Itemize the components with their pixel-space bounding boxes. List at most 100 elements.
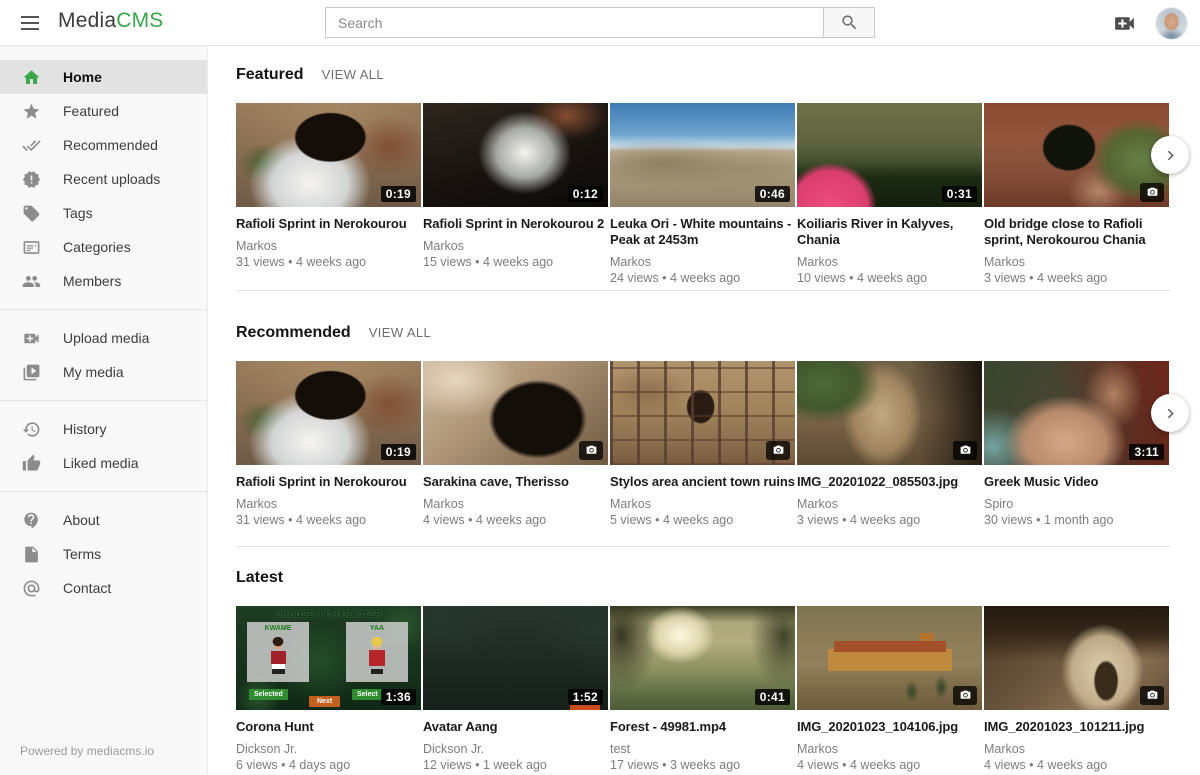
media-thumbnail[interactable]: 0:31 bbox=[797, 103, 982, 207]
top-bar: MediaCMS bbox=[0, 0, 1200, 46]
media-card: CHOOSE A CHARACTER KWAME YAA Selected Ne… bbox=[236, 606, 421, 773]
media-title[interactable]: Rafioli Sprint in Nerokourou 2 bbox=[423, 216, 608, 232]
media-title[interactable]: Rafioli Sprint in Nerokourou bbox=[236, 216, 421, 232]
sidebar-item-label: Liked media bbox=[63, 455, 139, 471]
media-thumbnail[interactable] bbox=[984, 103, 1169, 207]
sidebar-item-terms[interactable]: Terms bbox=[0, 537, 207, 571]
media-thumbnail[interactable]: 0:19 bbox=[236, 103, 421, 207]
logo-media-text: Media bbox=[58, 9, 116, 32]
game-character-panel: YAA bbox=[346, 622, 408, 682]
media-meta: 12 views • 1 week ago bbox=[423, 757, 608, 773]
game-select-button: Select bbox=[352, 689, 383, 700]
media-title[interactable]: Leuka Ori - White mountains - Peak at 24… bbox=[610, 216, 795, 248]
camera-icon bbox=[959, 689, 972, 702]
people-icon bbox=[22, 272, 41, 291]
media-thumbnail[interactable] bbox=[984, 606, 1169, 710]
media-author[interactable]: Markos bbox=[423, 238, 608, 254]
hamburger-menu-icon[interactable] bbox=[18, 11, 42, 35]
carousel-next-button[interactable] bbox=[1151, 394, 1189, 432]
media-thumbnail[interactable]: 0:12 bbox=[423, 103, 608, 207]
sidebar-item-label: Terms bbox=[63, 546, 101, 562]
view-all-link[interactable]: VIEW ALL bbox=[322, 67, 384, 82]
media-title[interactable]: Stylos area ancient town ruins bbox=[610, 474, 795, 490]
search-button[interactable] bbox=[823, 7, 875, 38]
media-author[interactable]: Dickson Jr. bbox=[423, 741, 608, 757]
duration-badge: 0:19 bbox=[381, 444, 416, 460]
media-meta: 10 views • 4 weeks ago bbox=[797, 270, 982, 286]
sidebar-item-recommended[interactable]: Recommended bbox=[0, 128, 207, 162]
upload-media-button[interactable] bbox=[1112, 10, 1138, 36]
media-author[interactable]: test bbox=[610, 741, 795, 757]
sidebar-item-about[interactable]: About bbox=[0, 503, 207, 537]
media-title[interactable]: Rafioli Sprint in Nerokourou bbox=[236, 474, 421, 490]
media-title[interactable]: IMG_20201022_085503.jpg bbox=[797, 474, 982, 490]
sidebar-item-contact[interactable]: Contact bbox=[0, 571, 207, 605]
sidebar-item-home[interactable]: Home bbox=[0, 60, 207, 94]
media-thumbnail[interactable] bbox=[797, 606, 982, 710]
user-avatar[interactable] bbox=[1155, 7, 1188, 40]
carousel-next-button[interactable] bbox=[1151, 136, 1189, 174]
media-row: 0:19 Rafioli Sprint in Nerokourou Markos… bbox=[236, 361, 1170, 528]
game-screen-title: CHOOSE A CHARACTER bbox=[236, 610, 421, 619]
media-title[interactable]: Koiliaris River in Kalyves, Chania bbox=[797, 216, 982, 248]
sidebar-item-label: Recent uploads bbox=[63, 171, 160, 187]
image-type-badge bbox=[953, 441, 977, 460]
media-thumbnail[interactable]: CHOOSE A CHARACTER KWAME YAA Selected Ne… bbox=[236, 606, 421, 710]
media-meta: 31 views • 4 weeks ago bbox=[236, 254, 421, 270]
media-thumbnail[interactable] bbox=[423, 361, 608, 465]
main-content: Featured VIEW ALL 0:19 Rafioli Sprint in… bbox=[208, 46, 1200, 773]
media-title[interactable]: Sarakina cave, Therisso bbox=[423, 474, 608, 490]
media-thumbnail[interactable]: 0:46 bbox=[610, 103, 795, 207]
media-author[interactable]: Markos bbox=[984, 741, 1169, 757]
chevron-right-icon bbox=[1162, 147, 1179, 164]
search-input[interactable] bbox=[325, 7, 823, 38]
powered-by-link[interactable]: Powered by mediacms.io bbox=[0, 744, 207, 775]
media-card: 1:52 Avatar Aang Dickson Jr. 12 views • … bbox=[423, 606, 608, 773]
sidebar-item-upload-media[interactable]: Upload media bbox=[0, 321, 207, 355]
at-sign-icon bbox=[22, 579, 41, 598]
sidebar-item-my-media[interactable]: My media bbox=[0, 355, 207, 389]
media-thumbnail[interactable]: 0:41 bbox=[610, 606, 795, 710]
media-author[interactable]: Markos bbox=[423, 496, 608, 512]
sidebar-item-categories[interactable]: Categories bbox=[0, 230, 207, 264]
media-thumbnail[interactable]: 1:52 bbox=[423, 606, 608, 710]
media-card: IMG_20201023_104106.jpg Markos 4 views •… bbox=[797, 606, 982, 773]
media-thumbnail[interactable] bbox=[610, 361, 795, 465]
media-author[interactable]: Markos bbox=[797, 741, 982, 757]
media-title[interactable]: Old bridge close to Rafioli sprint, Nero… bbox=[984, 216, 1169, 248]
sidebar-item-label: Members bbox=[63, 273, 121, 289]
media-author[interactable]: Markos bbox=[984, 254, 1169, 270]
media-title[interactable]: Forest - 49981.mp4 bbox=[610, 719, 795, 735]
media-title[interactable]: Greek Music Video bbox=[984, 474, 1169, 490]
sidebar-item-featured[interactable]: Featured bbox=[0, 94, 207, 128]
media-author[interactable]: Markos bbox=[236, 238, 421, 254]
media-title[interactable]: Corona Hunt bbox=[236, 719, 421, 735]
media-author[interactable]: Spiro bbox=[984, 496, 1169, 512]
sidebar-item-liked-media[interactable]: Liked media bbox=[0, 446, 207, 480]
image-type-badge bbox=[1140, 686, 1164, 705]
media-author[interactable]: Markos bbox=[610, 496, 795, 512]
media-title[interactable]: IMG_20201023_101211.jpg bbox=[984, 719, 1169, 735]
media-author[interactable]: Markos bbox=[236, 496, 421, 512]
media-card: 3:11 Greek Music Video Spiro 30 views • … bbox=[984, 361, 1169, 528]
media-author[interactable]: Markos bbox=[610, 254, 795, 270]
app-logo[interactable]: MediaCMS bbox=[58, 9, 163, 33]
duration-badge: 0:41 bbox=[755, 689, 790, 705]
media-author[interactable]: Dickson Jr. bbox=[236, 741, 421, 757]
media-title[interactable]: IMG_20201023_104106.jpg bbox=[797, 719, 982, 735]
camera-icon bbox=[585, 444, 598, 457]
camera-icon bbox=[772, 444, 785, 457]
sidebar-item-tags[interactable]: Tags bbox=[0, 196, 207, 230]
sidebar-item-history[interactable]: History bbox=[0, 412, 207, 446]
media-thumbnail[interactable]: 3:11 bbox=[984, 361, 1169, 465]
sidebar-item-recent-uploads[interactable]: Recent uploads bbox=[0, 162, 207, 196]
video-library-icon bbox=[22, 363, 41, 382]
media-thumbnail[interactable]: 0:19 bbox=[236, 361, 421, 465]
media-thumbnail[interactable] bbox=[797, 361, 982, 465]
media-author[interactable]: Markos bbox=[797, 496, 982, 512]
media-author[interactable]: Markos bbox=[797, 254, 982, 270]
sidebar-item-members[interactable]: Members bbox=[0, 264, 207, 298]
view-all-link[interactable]: VIEW ALL bbox=[369, 325, 431, 340]
media-title[interactable]: Avatar Aang bbox=[423, 719, 608, 735]
media-card: IMG_20201022_085503.jpg Markos 3 views •… bbox=[797, 361, 982, 528]
